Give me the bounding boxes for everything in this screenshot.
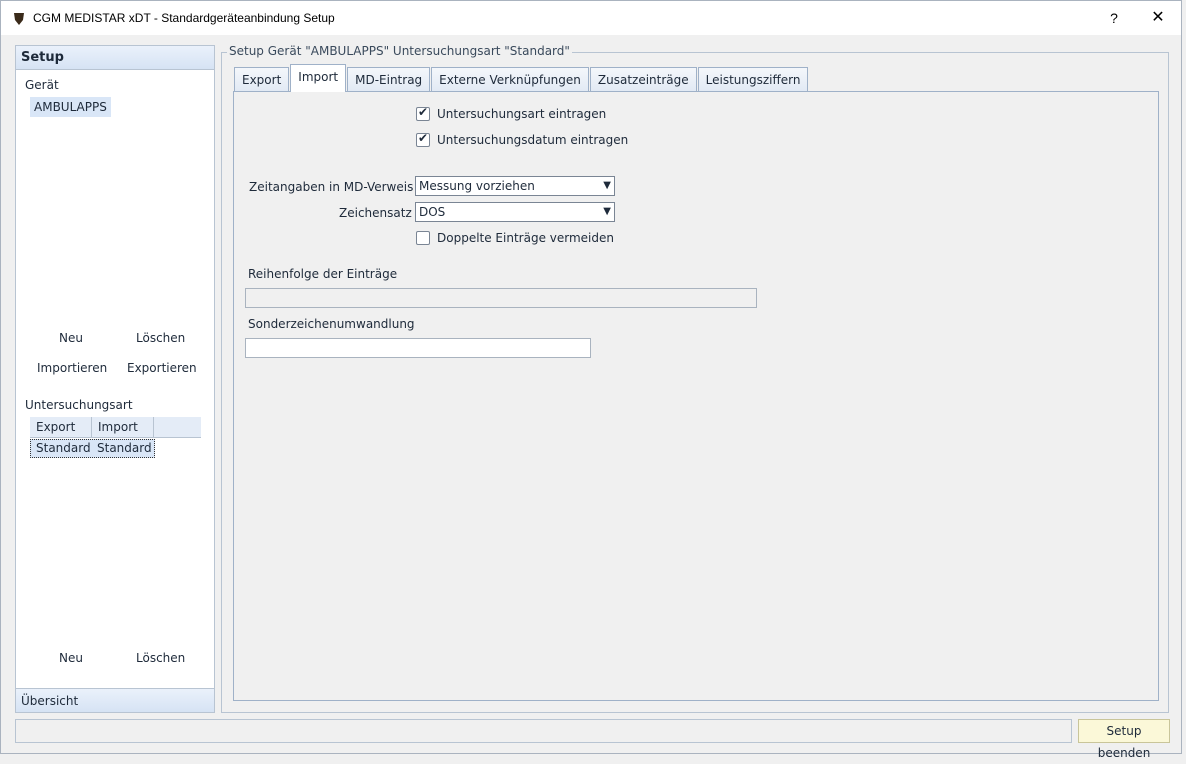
time-info-select-value: Messung vorziehen bbox=[419, 179, 535, 193]
exam-date-checkbox[interactable]: ✔ bbox=[416, 131, 430, 147]
avoid-duplicates-checkbox-label: Doppelte Einträge vermeiden bbox=[437, 231, 614, 245]
charset-label: Zeichensatz bbox=[339, 206, 412, 220]
exam-date-checkbox-label: Untersuchungsdatum eintragen bbox=[437, 133, 629, 147]
charset-select[interactable]: DOS ▼ bbox=[415, 202, 615, 222]
entry-order-field[interactable] bbox=[245, 288, 757, 308]
special-chars-label: Sonderzeichenumwandlung bbox=[248, 317, 415, 331]
finish-setup-button[interactable]: Setup beenden bbox=[1078, 719, 1170, 760]
device-list-item[interactable]: AMBULAPPS bbox=[30, 97, 111, 117]
window-title: CGM MEDISTAR xDT - Standardgeräteanbindu… bbox=[33, 11, 335, 25]
exam-grid-cell-export: Standard bbox=[36, 441, 91, 455]
help-button[interactable]: ? bbox=[1091, 1, 1137, 35]
tab-externe-verknuepfungen[interactable]: Externe Verknüpfungen bbox=[431, 67, 589, 92]
time-info-label: Zeitangaben in MD-Verweis bbox=[249, 180, 414, 194]
exam-delete-button[interactable]: Löschen bbox=[136, 651, 185, 665]
check-icon: ✔ bbox=[418, 105, 429, 119]
chevron-down-icon: ▼ bbox=[603, 180, 611, 191]
title-bar: CGM MEDISTAR xDT - Standardgeräteanbindu… bbox=[1, 1, 1181, 35]
charset-select-value: DOS bbox=[419, 205, 446, 219]
exam-grid-col-import[interactable]: Import bbox=[92, 417, 154, 437]
export-button[interactable]: Exportieren bbox=[127, 361, 197, 375]
import-button[interactable]: Importieren bbox=[37, 361, 107, 375]
tab-import[interactable]: Import bbox=[290, 64, 347, 92]
device-label: Gerät bbox=[25, 78, 59, 92]
app-logo-icon bbox=[14, 13, 24, 25]
entry-order-label: Reihenfolge der Einträge bbox=[248, 267, 398, 281]
sidebar-header: Setup bbox=[16, 46, 214, 70]
exam-grid-col-export[interactable]: Export bbox=[30, 417, 92, 437]
exam-type-checkbox[interactable]: ✔ bbox=[416, 105, 430, 121]
overview-button[interactable]: Übersicht bbox=[16, 688, 214, 712]
tab-leistungsziffern[interactable]: Leistungsziffern bbox=[697, 67, 809, 92]
chevron-down-icon: ▼ bbox=[603, 206, 611, 217]
app-window: CGM MEDISTAR xDT - Standardgeräteanbindu… bbox=[0, 0, 1182, 760]
avoid-duplicates-checkbox[interactable] bbox=[416, 231, 430, 245]
tab-strip: Export Import MD-Eintrag Externe Verknüp… bbox=[234, 64, 809, 92]
exam-grid-row-selection[interactable]: Standard Standard bbox=[30, 439, 155, 458]
groupbox-title: Setup Gerät "AMBULAPPS" Untersuchungsart… bbox=[227, 44, 572, 58]
exam-new-button[interactable]: Neu bbox=[59, 651, 83, 665]
status-bar bbox=[15, 719, 1072, 743]
device-delete-button[interactable]: Löschen bbox=[136, 331, 185, 345]
time-info-select[interactable]: Messung vorziehen ▼ bbox=[415, 176, 615, 196]
import-tab-panel: ✔ Untersuchungsart eintragen ✔ Untersuch… bbox=[233, 91, 1159, 701]
device-new-button[interactable]: Neu bbox=[59, 331, 83, 345]
setup-sidebar: Setup Gerät AMBULAPPS Neu Löschen Import… bbox=[15, 45, 215, 713]
exam-type-checkbox-label: Untersuchungsart eintragen bbox=[437, 107, 607, 121]
check-icon: ✔ bbox=[418, 131, 429, 145]
exam-grid-cell-import: Standard bbox=[97, 441, 152, 455]
exam-grid-header: Export Import bbox=[30, 417, 201, 438]
tab-export[interactable]: Export bbox=[234, 67, 290, 92]
close-button[interactable]: ✕ bbox=[1135, 1, 1181, 35]
special-chars-field[interactable] bbox=[245, 338, 591, 358]
tab-md-eintrag[interactable]: MD-Eintrag bbox=[347, 67, 431, 92]
table-row[interactable]: Standard Standard bbox=[30, 439, 201, 458]
exam-type-label: Untersuchungsart bbox=[25, 398, 133, 412]
tab-zusatzeintraege[interactable]: Zusatzeinträge bbox=[589, 67, 697, 92]
exam-type-grid: Export Import Standard Standard bbox=[30, 417, 201, 458]
